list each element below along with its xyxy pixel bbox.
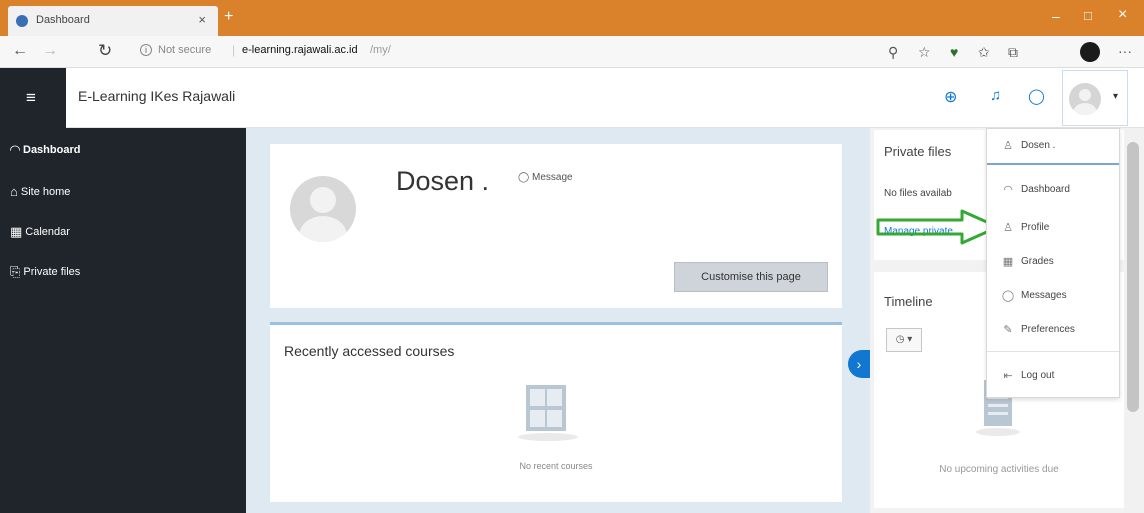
dashboard-icon: ◠: [1003, 184, 1013, 196]
url-host[interactable]: e-learning.rajawali.ac.id: [242, 44, 358, 56]
menu-item-grades[interactable]: ▦ Grades: [1001, 255, 1054, 268]
address-bar: ← → ↻ i Not secure | e-learning.rajawali…: [0, 36, 1144, 68]
recent-courses-title: Recently accessed courses: [284, 343, 455, 359]
timeline-empty-text: No upcoming activities due: [939, 464, 1059, 475]
drawer-item-calendar[interactable]: ▦ Calendar: [10, 224, 70, 240]
file-icon: ⎘: [10, 264, 21, 279]
site-title[interactable]: E-Learning IKes Rajawali: [78, 88, 235, 104]
user-avatar: [1069, 83, 1101, 115]
menu-item-label: Profile: [1021, 222, 1050, 233]
customise-page-button[interactable]: Customise this page: [674, 262, 828, 292]
security-label[interactable]: Not secure: [158, 44, 211, 56]
window-minimize-icon[interactable]: –: [1052, 8, 1060, 24]
notifications-bell-icon[interactable]: ♫: [990, 87, 1001, 104]
recent-courses-block: Recently accessed courses No recent cour…: [270, 322, 842, 502]
window-maximize-icon[interactable]: □: [1084, 8, 1092, 23]
tab-title: Dashboard: [36, 14, 90, 26]
private-files-title: Private files: [884, 144, 952, 159]
url-path[interactable]: /my/: [370, 44, 391, 56]
chat-bubble-icon: ◯: [1001, 290, 1015, 302]
drawer-item-label: Site home: [20, 185, 71, 198]
private-files-empty-text: No files availab: [884, 188, 952, 199]
menu-item-label: Messages: [1021, 290, 1067, 301]
star-icon[interactable]: ☆: [918, 44, 931, 61]
menu-item-dashboard[interactable]: ◠ Dashboard: [1001, 183, 1070, 196]
extension-icon[interactable]: ♥: [950, 44, 958, 60]
more-options-icon[interactable]: ···: [1118, 43, 1132, 59]
drawer-item-dashboard[interactable]: ◠ Dashboard: [10, 142, 80, 158]
logout-icon: ⇤: [1003, 370, 1013, 382]
drawer-item-label: Private files: [23, 266, 81, 278]
menu-item-label: Log out: [1021, 370, 1055, 381]
drawer-item-site-home[interactable]: ⌂ Site home: [10, 184, 70, 199]
forward-arrow-icon[interactable]: →: [42, 42, 58, 60]
menu-item-label: Dosen .: [1021, 140, 1056, 151]
drawer-toggle-button[interactable]: ≡: [0, 68, 66, 128]
page-scrollbar[interactable]: [1124, 128, 1144, 513]
user-menu-toggle[interactable]: ▾: [1062, 70, 1128, 126]
main-region: Dosen . ◯ Message Customise this page Re…: [246, 128, 870, 513]
chevron-down-icon: ▾: [1113, 91, 1119, 102]
dashboard-icon: ◠: [10, 142, 20, 157]
tab-close-icon[interactable]: ×: [198, 12, 206, 27]
info-icon[interactable]: i: [140, 44, 152, 56]
grades-table-icon: ▦: [1002, 256, 1014, 268]
scrollbar-thumb[interactable]: [1127, 142, 1139, 412]
timeline-filter-dropdown[interactable]: ◷ ▾: [886, 328, 922, 352]
block-drawer-toggle[interactable]: ›: [848, 350, 870, 378]
key-icon[interactable]: ⚲: [888, 44, 898, 61]
site-navbar: ≡ E-Learning IKes Rajawali ⊕ ♫ ◯ ▾: [0, 68, 1144, 128]
collections-icon[interactable]: ⧉: [1008, 44, 1018, 61]
message-link[interactable]: ◯ Message: [518, 172, 573, 183]
menu-item-log-out[interactable]: ⇤ Log out: [1001, 369, 1054, 382]
courses-grid-icon: [518, 381, 578, 443]
menu-item-label: Preferences: [1021, 324, 1075, 335]
menu-item-label: Dashboard: [1021, 184, 1070, 195]
window-close-icon[interactable]: ×: [1118, 6, 1127, 24]
profile-header-card: Dosen . ◯ Message Customise this page: [270, 144, 842, 308]
drawer-item-label: Calendar: [25, 226, 70, 238]
message-label: Message: [531, 172, 573, 183]
menu-divider: [987, 163, 1119, 165]
user-icon: ♙: [1003, 222, 1013, 234]
drawer-item-label: Dashboard: [23, 144, 81, 156]
menu-item-profile[interactable]: ♙ Profile: [1001, 221, 1049, 234]
menu-item-user-name[interactable]: ♙ Dosen .: [1001, 139, 1055, 152]
no-recent-courses-text: No recent courses: [519, 461, 593, 471]
menu-item-messages[interactable]: ◯ Messages: [1001, 289, 1067, 302]
profile-name: Dosen .: [396, 166, 490, 196]
timeline-title: Timeline: [884, 294, 933, 309]
site-favicon-icon: [16, 15, 28, 27]
user-dropdown-menu: ♙ Dosen . ◠ Dashboard ♙ Profile ▦ Grades…: [986, 128, 1120, 398]
url-divider: |: [232, 43, 236, 57]
language-globe-icon[interactable]: ⊕: [944, 87, 957, 107]
new-tab-icon[interactable]: +: [224, 9, 233, 25]
menu-divider: [987, 351, 1119, 352]
drawer-item-private-files[interactable]: ⎘ Private files: [10, 264, 80, 280]
menu-item-label: Grades: [1021, 256, 1054, 267]
nav-drawer: ◠ Dashboard ⌂ Site home ▦ Calendar ⎘ Pri…: [0, 128, 246, 513]
messages-chat-icon[interactable]: ◯: [1028, 87, 1045, 105]
browser-profile-avatar[interactable]: [1080, 42, 1100, 62]
menu-item-preferences[interactable]: ✎ Preferences: [1001, 323, 1075, 336]
profile-avatar[interactable]: [290, 176, 356, 242]
home-icon: ⌂: [10, 184, 18, 199]
wrench-icon: ✎: [1003, 324, 1013, 336]
back-arrow-icon[interactable]: ←: [12, 42, 28, 60]
favorites-icon[interactable]: ✩: [978, 44, 990, 61]
hamburger-icon: ≡: [26, 88, 36, 107]
chevron-right-icon: ›: [856, 356, 862, 372]
chat-bubble-icon: ◯: [518, 172, 532, 183]
annotation-arrow-icon: [876, 209, 1000, 245]
user-icon: ♙: [1003, 140, 1013, 152]
calendar-icon: ▦: [10, 224, 23, 239]
browser-tab-strip: Dashboard × + – □ ×: [0, 0, 1144, 36]
reload-icon[interactable]: ↻: [98, 41, 112, 61]
browser-tab-dashboard[interactable]: Dashboard ×: [8, 6, 218, 36]
